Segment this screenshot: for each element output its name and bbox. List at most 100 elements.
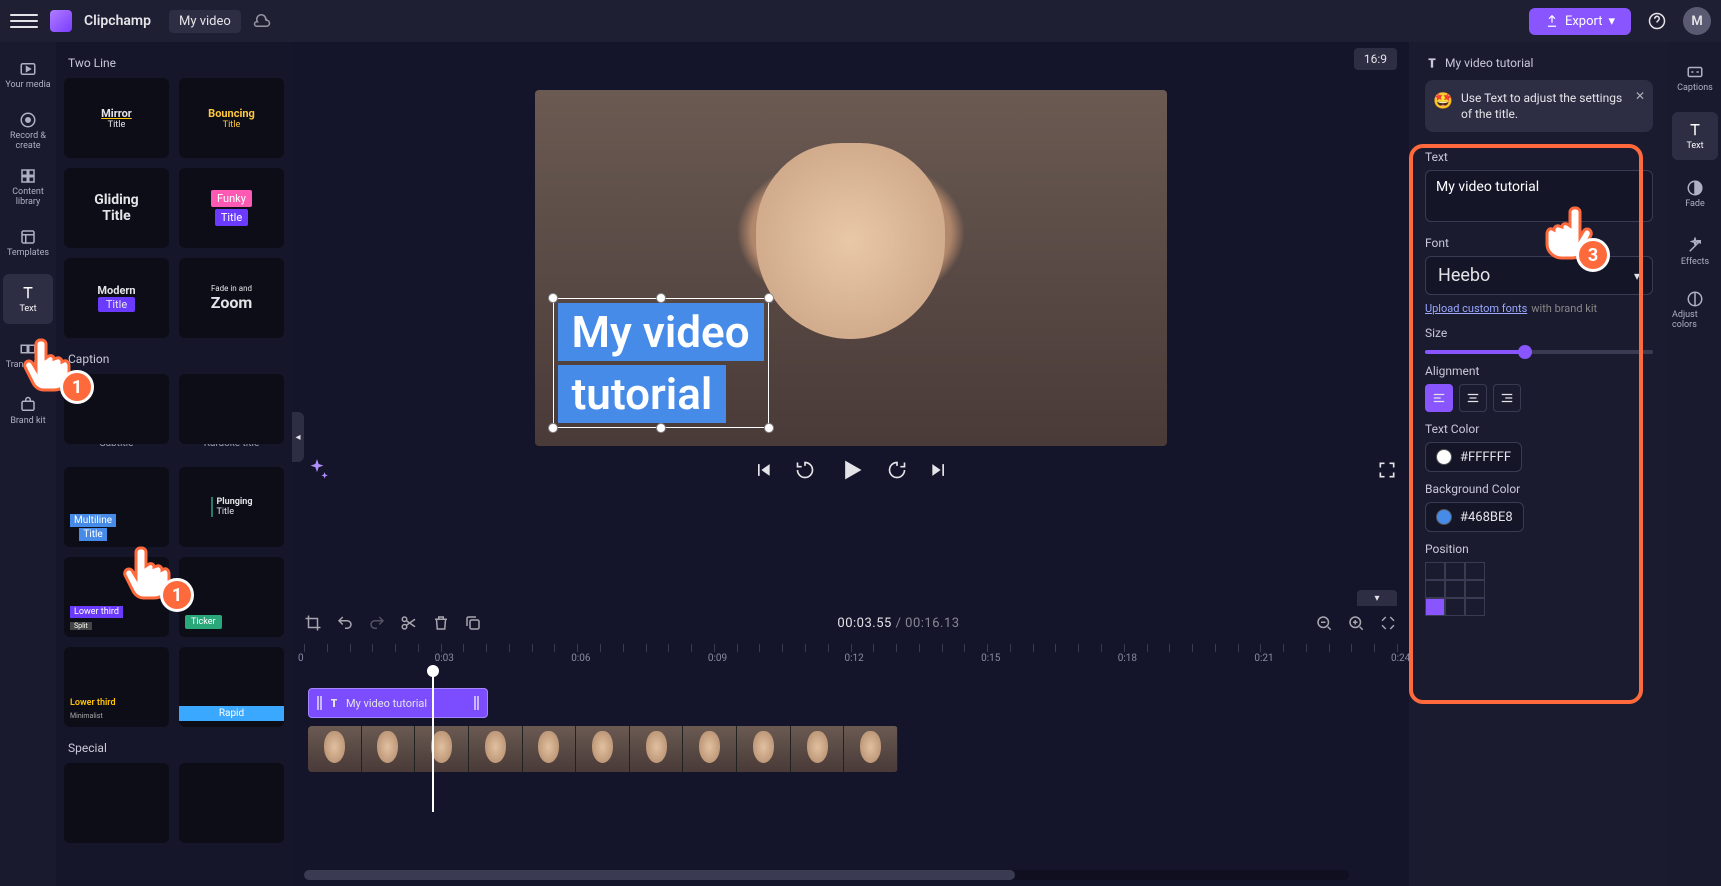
template-fade-zoom[interactable]: Fade in andZoom — [179, 258, 284, 338]
rail-templates[interactable]: Templates — [3, 218, 53, 268]
redo-button[interactable] — [368, 614, 386, 632]
template-lower-third-split[interactable]: Lower thirdSplit — [64, 557, 169, 637]
pos-mr[interactable] — [1465, 580, 1485, 598]
scrollbar-thumb[interactable] — [304, 870, 1015, 880]
fullscreen-button[interactable] — [1377, 460, 1397, 480]
title-overlay[interactable]: My video tutorial — [553, 298, 769, 428]
aspect-ratio-button[interactable]: 16:9 — [1354, 48, 1397, 70]
menu-icon[interactable] — [10, 7, 38, 35]
template-karaoke[interactable] — [179, 374, 284, 444]
resize-handle[interactable] — [548, 293, 558, 303]
align-left-button[interactable] — [1425, 384, 1453, 412]
project-name[interactable]: My video — [169, 10, 241, 33]
font-select[interactable]: Heebo ▾ — [1425, 256, 1653, 295]
resize-handle[interactable] — [656, 423, 666, 433]
template-ticker[interactable]: Ticker — [179, 557, 284, 637]
chevron-left-icon: ◂ — [295, 432, 300, 443]
record-icon — [19, 111, 37, 129]
text-color-button[interactable]: #FFFFFF — [1425, 442, 1522, 472]
fit-button[interactable] — [1379, 614, 1397, 632]
undo-button[interactable] — [336, 614, 354, 632]
template-subtitle[interactable] — [64, 374, 169, 444]
template-plunging[interactable]: PlungingTitle — [179, 467, 284, 547]
library-icon — [19, 167, 37, 185]
rail-label: Content library — [3, 187, 53, 207]
rail-record-create[interactable]: Record & create — [3, 106, 53, 156]
rail-transitions[interactable]: Transitions — [3, 330, 53, 380]
clip-trim-left[interactable] — [317, 696, 322, 710]
section-two-line: Two Line — [68, 56, 280, 70]
pos-tc[interactable] — [1445, 562, 1465, 580]
template-rapid[interactable]: Rapid — [179, 647, 284, 727]
slider-knob[interactable] — [1518, 345, 1532, 359]
bg-color-button[interactable]: #468BE8 — [1425, 502, 1524, 532]
help-button[interactable] — [1643, 7, 1671, 35]
upload-hint: with brand kit — [1531, 302, 1597, 315]
resize-handle[interactable] — [548, 423, 558, 433]
timeline-ruler[interactable] — [304, 644, 1397, 666]
template-lower-third-minimalist[interactable]: Lower thirdMinimalist — [64, 647, 169, 727]
pos-tr[interactable] — [1465, 562, 1485, 580]
rrail-captions[interactable]: Captions — [1672, 54, 1718, 102]
resize-handle[interactable] — [764, 423, 774, 433]
clip-label: My video tutorial — [346, 697, 427, 710]
timeline-fold-button[interactable]: ▾ — [1357, 590, 1397, 606]
rail-label: Record & create — [3, 131, 53, 151]
pos-mc[interactable] — [1445, 580, 1465, 598]
pos-ml[interactable] — [1425, 580, 1445, 598]
play-button[interactable] — [837, 456, 865, 484]
rrail-adjust-colors[interactable]: Adjust colors — [1672, 286, 1718, 334]
clip-trim-right[interactable] — [474, 696, 479, 710]
rrail-fade[interactable]: Fade — [1672, 170, 1718, 218]
rewind-button[interactable] — [795, 460, 815, 480]
duplicate-button[interactable] — [464, 614, 482, 632]
rrail-text[interactable]: Text — [1672, 112, 1718, 160]
align-center-button[interactable] — [1459, 384, 1487, 412]
upload-fonts-link[interactable]: Upload custom fonts — [1425, 302, 1527, 315]
template-modern[interactable]: ModernTitle — [64, 258, 169, 338]
crop-button[interactable] — [304, 614, 322, 632]
video-clip[interactable] — [308, 726, 898, 772]
forward-button[interactable] — [887, 460, 907, 480]
rail-content-library[interactable]: Content library — [3, 162, 53, 212]
template-funky[interactable]: FunkyTitle — [179, 168, 284, 248]
ai-effects-button[interactable] — [304, 457, 330, 483]
rail-brand-kit[interactable]: Brand kit — [3, 386, 53, 436]
pos-bl[interactable] — [1425, 598, 1445, 616]
sparkle-icon — [304, 457, 330, 483]
export-button[interactable]: Export ▾ — [1529, 8, 1631, 35]
rail-your-media[interactable]: Your media — [3, 50, 53, 100]
tip-emoji-icon: 🤩 — [1433, 90, 1453, 112]
template-bouncing[interactable]: BouncingTitle — [179, 78, 284, 158]
help-icon — [1648, 12, 1666, 30]
template-gliding[interactable]: GlidingTitle — [64, 168, 169, 248]
brand-name: Clipchamp — [84, 13, 151, 29]
rrail-effects[interactable]: Effects — [1672, 228, 1718, 276]
zoom-in-button[interactable] — [1347, 614, 1365, 632]
skip-back-button[interactable] — [753, 460, 773, 480]
text-content-input[interactable] — [1425, 170, 1653, 222]
user-avatar[interactable]: M — [1683, 7, 1711, 35]
timeline-scrollbar[interactable] — [304, 870, 1349, 880]
playhead[interactable] — [432, 672, 434, 812]
align-right-button[interactable] — [1493, 384, 1521, 412]
resize-handle[interactable] — [764, 293, 774, 303]
delete-button[interactable] — [432, 614, 450, 632]
template-special-1[interactable] — [64, 763, 169, 843]
pos-br[interactable] — [1465, 598, 1485, 616]
text-clip[interactable]: My video tutorial — [308, 688, 488, 718]
zoom-out-button[interactable] — [1315, 614, 1333, 632]
pos-tl[interactable] — [1425, 562, 1445, 580]
tip-close-button[interactable]: ✕ — [1635, 88, 1645, 104]
template-special-2[interactable] — [179, 763, 284, 843]
video-preview[interactable]: My video tutorial — [535, 90, 1167, 446]
skip-forward-button[interactable] — [929, 460, 949, 480]
size-slider[interactable] — [1425, 350, 1653, 354]
template-mirror[interactable]: MirrorTitle — [64, 78, 169, 158]
pos-bc[interactable] — [1445, 598, 1465, 616]
template-multiline[interactable]: MultilineTitle — [64, 467, 169, 547]
split-button[interactable] — [400, 614, 418, 632]
timecode: 00:03.55 / 00:16.13 — [496, 616, 1301, 631]
resize-handle[interactable] — [656, 293, 666, 303]
rail-text[interactable]: Text — [3, 274, 53, 324]
